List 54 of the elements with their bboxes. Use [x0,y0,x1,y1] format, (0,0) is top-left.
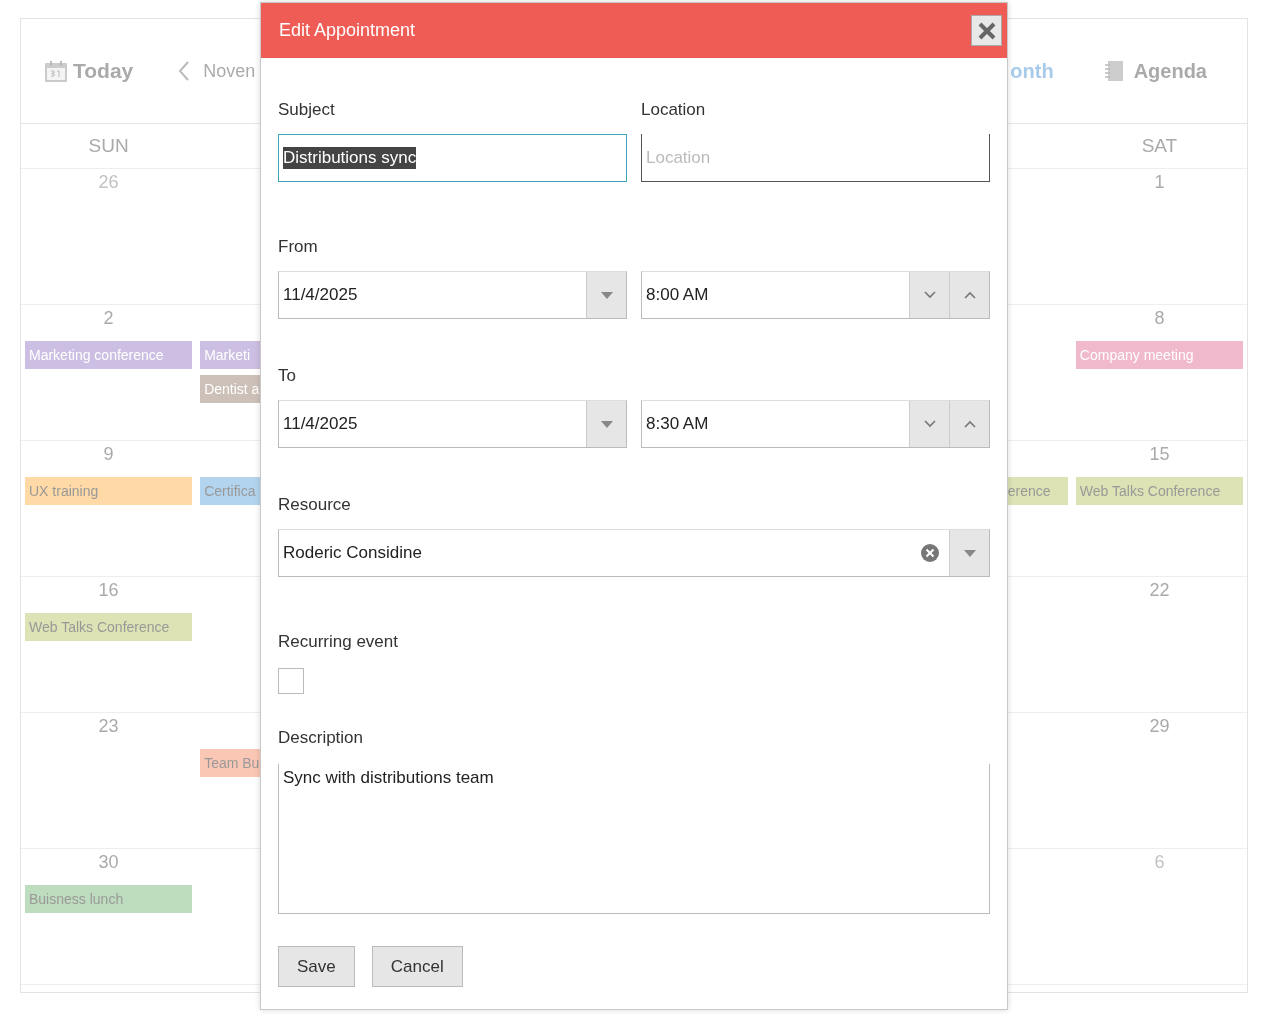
time-picker[interactable]: 8:00 AM [641,271,990,319]
notebook-icon [1103,60,1124,82]
chevron-up-icon [963,291,976,299]
day-number: 8 [1154,307,1165,329]
save-button[interactable]: Save [278,946,355,987]
day-number: 2 [103,307,114,329]
increment-button[interactable] [949,272,989,318]
caret-down-icon [963,549,976,557]
day-number: 15 [1149,443,1170,465]
decrement-button[interactable] [909,401,949,447]
caret-down-icon [600,420,613,428]
day-number: 29 [1149,715,1170,737]
dropdown-button[interactable] [586,272,626,318]
day-number: 30 [98,851,119,873]
recurring-checkbox[interactable] [278,668,304,694]
field-label: Resource [278,494,352,516]
cancel-button[interactable]: Cancel [371,946,463,987]
subject-field[interactable]: Distributions sync [278,134,627,182]
dropdown-button[interactable] [949,530,989,576]
dialog-title: Edit Appointment [279,20,416,41]
field-label: To [278,365,297,387]
time-picker[interactable]: 8:30 AM [641,400,990,448]
increment-button[interactable] [949,401,989,447]
caret-down-icon [600,291,613,299]
decrement-button[interactable] [909,272,949,318]
day-number: 16 [98,579,119,601]
calendar-icon [45,60,67,82]
dropdown-button[interactable] [586,401,626,447]
weekday-header: SUN [88,135,129,157]
day-number: 1 [1154,171,1165,193]
chevron-up-icon [963,420,976,428]
date-picker[interactable]: 11/4/2025 [278,271,627,319]
chevron-down-icon [923,420,936,428]
close-icon [977,21,996,40]
day-number: 6 [1154,851,1165,873]
resource-select[interactable]: Roderic Considine [278,529,990,577]
field-label: Recurring event [278,631,399,653]
day-number: 9 [103,443,114,465]
chevron-left-icon[interactable] [177,60,192,82]
chevron-down-icon [923,291,936,299]
field-label: Subject [278,99,336,121]
day-number: 22 [1149,579,1170,601]
field-label: From [278,236,319,258]
field-label: Description [278,727,365,749]
weekday-header: SAT [1141,135,1178,157]
period-title: Noven [203,60,256,82]
location-field[interactable]: Location [641,134,990,182]
day-number: 26 [98,171,119,193]
description-field[interactable]: Sync with distributions team [278,764,990,914]
clear-icon[interactable] [921,544,939,562]
date-picker[interactable]: 11/4/2025 [278,400,627,448]
day-number: 23 [98,715,119,737]
field-label: Location [641,99,707,121]
close-button[interactable] [971,15,1002,46]
